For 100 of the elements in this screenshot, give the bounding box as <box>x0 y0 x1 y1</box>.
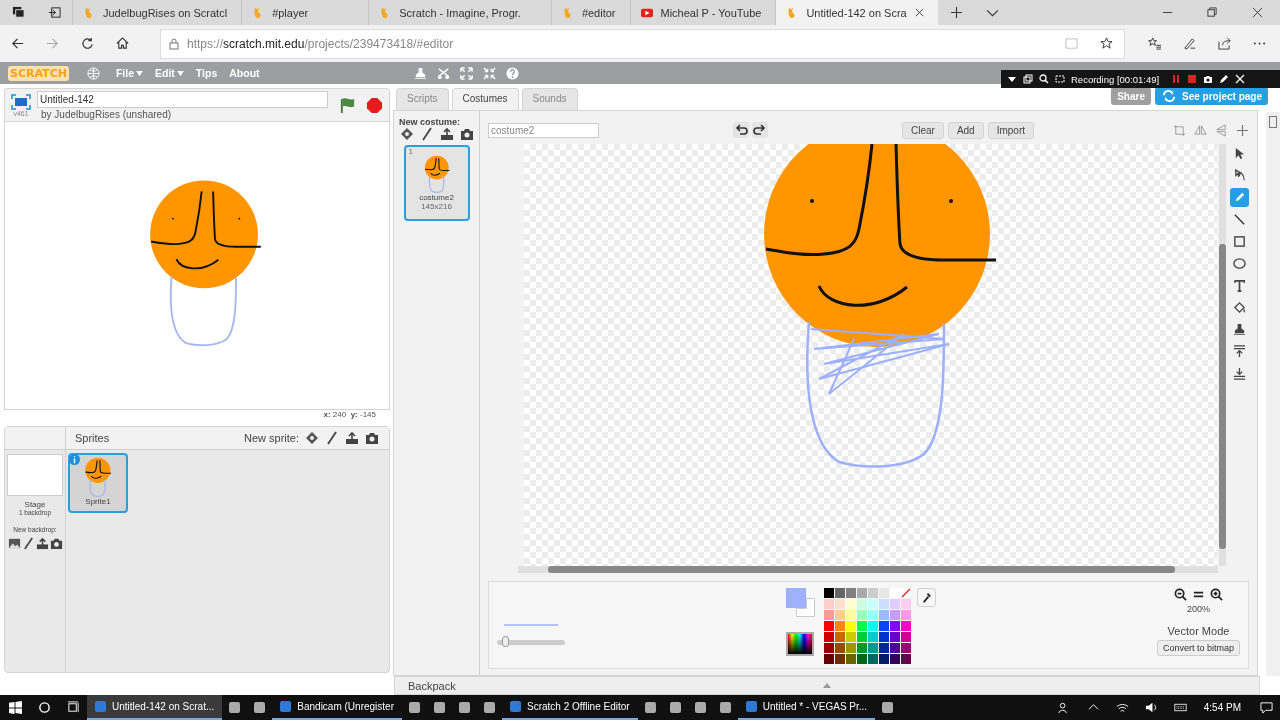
no-color-swatch[interactable] <box>901 588 911 598</box>
close-icon[interactable] <box>1252 7 1263 18</box>
pinned-app-icon[interactable] <box>409 702 420 713</box>
help-icon[interactable] <box>505 66 519 80</box>
color-swatch[interactable] <box>890 610 900 620</box>
color-swatch[interactable] <box>890 643 900 653</box>
color-swatch[interactable] <box>824 632 834 642</box>
color-swatch[interactable] <box>868 599 878 609</box>
color-swatch[interactable] <box>846 610 856 620</box>
paintbrush-icon[interactable] <box>420 127 434 141</box>
close-icon[interactable] <box>914 8 924 17</box>
stop-icon[interactable] <box>366 96 383 114</box>
upload-icon[interactable] <box>440 127 454 141</box>
favorites-icon[interactable] <box>1148 37 1161 50</box>
back-icon[interactable] <box>11 37 24 50</box>
expand-icon[interactable] <box>459 66 473 80</box>
set-aside-tabs-icon[interactable] <box>48 6 61 19</box>
notifications-icon[interactable] <box>1260 701 1273 714</box>
color-swatch[interactable] <box>901 599 911 609</box>
tab-actions-icon[interactable] <box>12 6 25 19</box>
set-center-icon[interactable] <box>1236 123 1249 137</box>
color-swatch[interactable] <box>824 599 834 609</box>
color-swatch[interactable] <box>846 654 856 664</box>
color-swatch[interactable] <box>824 610 834 620</box>
camera-icon[interactable] <box>49 537 63 550</box>
paint-action-button[interactable]: Import <box>987 121 1035 139</box>
scissors-icon[interactable] <box>436 66 450 80</box>
color-swatch[interactable] <box>890 588 900 598</box>
color-swatch[interactable] <box>835 599 845 609</box>
paintbrush-icon[interactable] <box>21 537 35 550</box>
pen-icon[interactable] <box>1183 37 1196 50</box>
flag-icon[interactable] <box>339 96 356 114</box>
color-swatch[interactable] <box>901 643 911 653</box>
color-swatch[interactable] <box>868 632 878 642</box>
color-swatch[interactable] <box>890 599 900 609</box>
pinned-app-icon[interactable] <box>229 702 241 713</box>
globe-icon[interactable] <box>86 66 100 80</box>
address-bar[interactable]: https://scratch.mit.edu/projects/239473418/#editor <box>160 28 1125 59</box>
color-swatch[interactable] <box>879 588 889 598</box>
search-icon[interactable] <box>1039 74 1049 84</box>
color-swatch[interactable] <box>868 654 878 664</box>
color-swatch[interactable] <box>835 654 845 664</box>
presentation-mode-icon[interactable] <box>11 93 31 110</box>
color-swatch[interactable] <box>846 588 856 598</box>
info-icon[interactable] <box>69 454 80 465</box>
browser-tab[interactable]: Untitled-142 on Scra <box>775 0 938 25</box>
zoom-in-icon[interactable] <box>1210 588 1223 601</box>
color-swatch[interactable] <box>857 654 867 664</box>
home-icon[interactable] <box>116 37 129 50</box>
color-swatch[interactable] <box>857 632 867 642</box>
pinned-app-icon[interactable] <box>882 702 894 713</box>
stamp-icon[interactable] <box>413 66 427 80</box>
upload-icon[interactable] <box>35 537 49 550</box>
color-swatch[interactable] <box>835 610 845 620</box>
panel-tab[interactable]: Costumes <box>451 88 519 110</box>
taskbar-window-button[interactable]: Untitled * - VEGAS Pr... <box>737 695 876 720</box>
camera-icon[interactable] <box>365 431 379 445</box>
color-swatch[interactable] <box>857 621 867 631</box>
costume-library-icon[interactable] <box>400 127 414 141</box>
pinned-app-icon[interactable] <box>484 702 495 713</box>
task-view-icon[interactable] <box>67 701 80 714</box>
windows-logo-icon[interactable] <box>9 701 22 714</box>
color-swatch[interactable] <box>901 610 911 620</box>
color-swatch[interactable] <box>868 643 878 653</box>
color-swatch[interactable] <box>879 654 889 664</box>
clock[interactable]: 4:54 PM <box>1203 702 1241 713</box>
color-swatch[interactable] <box>857 588 867 598</box>
color-swatch[interactable] <box>901 621 911 631</box>
vertical-scrollbar[interactable] <box>1219 144 1226 566</box>
pinned-app-icon[interactable] <box>434 702 445 713</box>
horizontal-scrollbar[interactable] <box>518 566 1218 573</box>
costume-name-field[interactable]: costume2 <box>488 122 599 138</box>
search-icon[interactable] <box>38 701 51 714</box>
stage-thumbnail[interactable] <box>7 454 63 496</box>
primary-color-swatch[interactable] <box>786 588 806 608</box>
taskbar-window-button[interactable]: Untitled-142 on Scrat... <box>87 695 223 720</box>
color-swatch[interactable] <box>901 632 911 642</box>
wifi-icon[interactable] <box>1115 701 1129 714</box>
color-swatch[interactable] <box>824 621 834 631</box>
landscape-icon[interactable] <box>7 537 21 550</box>
pinned-app-icon[interactable] <box>719 702 731 713</box>
pause-icon[interactable] <box>1171 74 1182 84</box>
stop-icon[interactable] <box>1187 74 1198 84</box>
eyedropper-icon[interactable] <box>917 588 936 607</box>
zoom-out-icon[interactable] <box>1174 588 1187 601</box>
color-swatch[interactable] <box>824 643 834 653</box>
sprite-library-icon[interactable] <box>305 431 319 445</box>
forward-icon[interactable] <box>46 37 59 50</box>
color-swatch[interactable] <box>890 621 900 631</box>
undo-icon[interactable] <box>733 122 749 138</box>
paint-action-button[interactable]: Add <box>947 121 984 139</box>
slider-handle[interactable] <box>502 636 510 647</box>
color-swatch[interactable] <box>879 643 889 653</box>
pinned-app-icon[interactable] <box>669 702 681 713</box>
color-swatch[interactable] <box>857 610 867 620</box>
color-swatch[interactable] <box>846 621 856 631</box>
taskbar-window-button[interactable]: Bandicam (Unregister <box>272 695 402 720</box>
paintbrush-icon[interactable] <box>325 431 339 445</box>
color-swatch[interactable] <box>879 610 889 620</box>
pinned-app-icon[interactable] <box>644 702 656 713</box>
